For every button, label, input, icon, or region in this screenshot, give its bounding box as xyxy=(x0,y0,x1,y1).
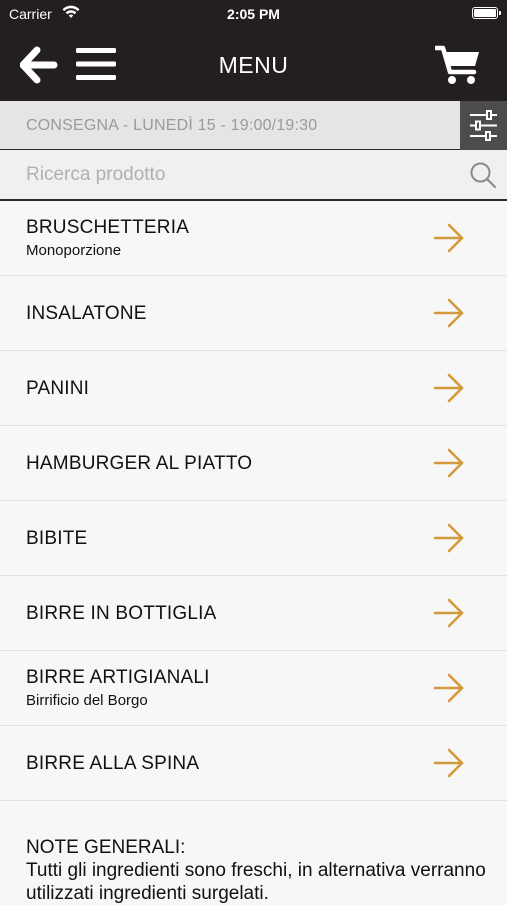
search-bar xyxy=(0,150,507,201)
category-name: PANINI xyxy=(26,378,90,399)
status-bar: Carrier 2:05 PM xyxy=(0,0,507,28)
category-row-insalatone[interactable]: INSALATONE xyxy=(0,276,507,351)
notes-body: Tutti gli ingredienti sono freschi, in a… xyxy=(26,860,486,904)
category-row-panini[interactable]: PANINI xyxy=(0,351,507,426)
category-name: BIRRE ALLA SPINA xyxy=(26,753,200,774)
delivery-slot-bar[interactable]: CONSEGNA - LUNEDÌ 15 - 19:00/19:30 xyxy=(0,101,507,150)
page-title: MENU xyxy=(218,52,289,78)
category-subtitle: Monoporzione xyxy=(26,242,122,259)
status-time: 2:05 PM xyxy=(227,6,280,22)
search-icon[interactable] xyxy=(469,161,497,189)
category-row-birre-artigianali[interactable]: BIRRE ARTIGIANALI Birrificio del Borgo xyxy=(0,651,507,726)
arrow-right-icon xyxy=(433,673,464,703)
category-row-hamburger-al-piatto[interactable]: HAMBURGER AL PIATTO xyxy=(0,426,507,501)
category-row-birre-in-bottiglia[interactable]: BIRRE IN BOTTIGLIA xyxy=(0,576,507,651)
arrow-right-icon xyxy=(433,523,464,553)
arrow-right-icon xyxy=(433,448,464,478)
delivery-slot-text: CONSEGNA - LUNEDÌ 15 - 19:00/19:30 xyxy=(26,117,318,134)
category-name: INSALATONE xyxy=(26,303,147,324)
search-input[interactable] xyxy=(26,160,446,190)
category-list: BRUSCHETTERIA Monoporzione INSALATONE PA… xyxy=(0,201,507,801)
arrow-right-icon xyxy=(433,373,464,403)
category-name: HAMBURGER AL PIATTO xyxy=(26,453,253,474)
category-subtitle: Birrificio del Borgo xyxy=(26,692,148,709)
cart-button[interactable] xyxy=(433,44,481,86)
general-notes: NOTE GENERALI: Tutti gli ingredienti son… xyxy=(26,836,496,905)
arrow-right-icon xyxy=(433,223,464,253)
shopping-cart-icon xyxy=(433,45,479,84)
arrow-right-icon xyxy=(433,748,464,778)
navigation-bar: MENU xyxy=(0,28,507,101)
battery-icon xyxy=(472,7,501,19)
category-name: BIRRE ARTIGIANALI xyxy=(26,667,210,688)
notes-title: NOTE GENERALI: xyxy=(26,837,186,858)
arrow-right-icon xyxy=(433,298,464,328)
sliders-icon xyxy=(470,110,497,141)
category-row-bibite[interactable]: BIBITE xyxy=(0,501,507,576)
category-name: BIRRE IN BOTTIGLIA xyxy=(26,603,217,624)
category-row-bruschetteria[interactable]: BRUSCHETTERIA Monoporzione xyxy=(0,201,507,276)
category-name: BRUSCHETTERIA xyxy=(26,217,190,238)
arrow-right-icon xyxy=(433,598,464,628)
category-row-birre-alla-spina[interactable]: BIRRE ALLA SPINA xyxy=(0,726,507,801)
category-name: BIBITE xyxy=(26,528,88,549)
filter-button[interactable] xyxy=(460,101,507,150)
